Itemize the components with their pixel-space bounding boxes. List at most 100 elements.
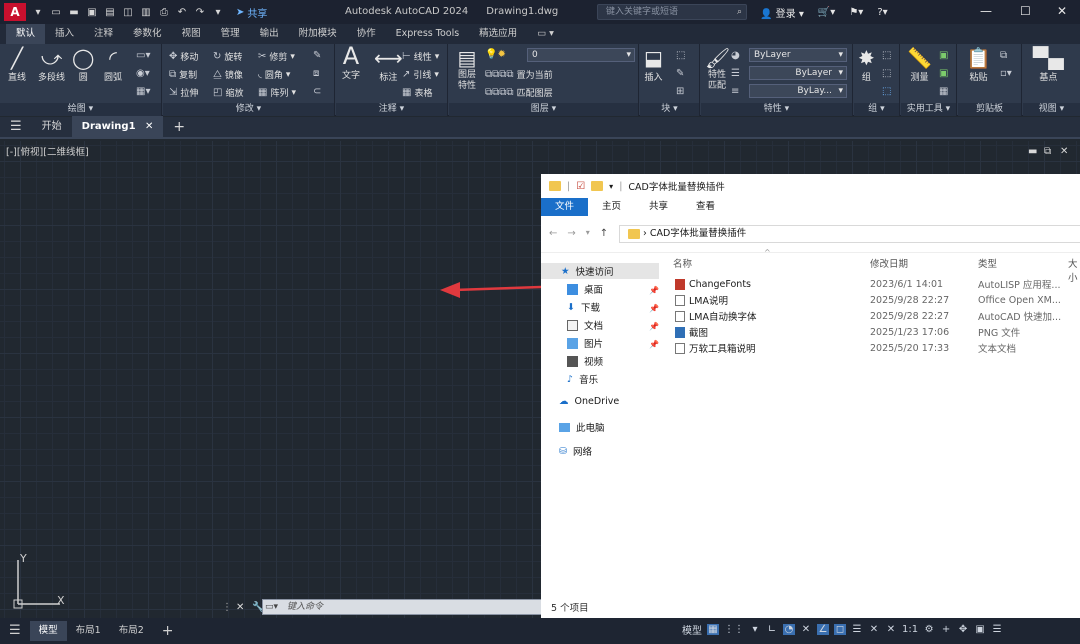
col-date[interactable]: 修改日期 (870, 256, 908, 270)
calculator-icon[interactable]: ▦ (939, 86, 948, 97)
tab-featured-apps[interactable]: 精选应用 (469, 24, 527, 44)
panel-utilities-title[interactable]: 实用工具 ▾ (901, 103, 956, 116)
new-file-icon[interactable]: ▭ (50, 6, 62, 18)
close-tab-icon[interactable]: ✕ (145, 121, 153, 132)
cut-icon[interactable]: ▫▾ (1000, 68, 1012, 79)
file-row[interactable]: ChangeFonts 2023/6/1 14:01 AutoLISP 应用程... (673, 276, 1080, 292)
command-input[interactable]: ▭▾ 键入命令 (262, 599, 542, 615)
polyline-button[interactable]: ⤻ 多段线 (38, 46, 65, 83)
ungroup-icon[interactable]: ⬚ (882, 50, 891, 61)
panel-groups-title[interactable]: 组 ▾ (854, 103, 899, 116)
col-type[interactable]: 类型 (978, 256, 997, 270)
app-menu-icon[interactable]: ☰ (0, 116, 32, 138)
lineweight-toggle-icon[interactable]: ☰ (851, 624, 863, 635)
redo-icon[interactable]: ↷ (194, 6, 206, 18)
copy-clip-icon[interactable]: ⧉ (1000, 50, 1007, 61)
group-select-icon[interactable]: ⬚ (882, 86, 891, 97)
undo-icon[interactable]: ↶ (176, 6, 188, 18)
col-name[interactable]: 名称 (673, 256, 692, 270)
explorer-tab-file[interactable]: 文件 (541, 198, 589, 216)
isodraft-icon[interactable]: ✕ (800, 624, 812, 635)
erase-button[interactable]: ✎ (313, 50, 321, 61)
linear-button[interactable]: ⊢ 线性 ▾ (402, 50, 439, 63)
save-icon[interactable]: ▣ (86, 6, 98, 18)
tab-express-tools[interactable]: Express Tools (386, 24, 470, 44)
infer-icon[interactable]: ▾ (749, 624, 761, 635)
viewport-controls-label[interactable]: [-][俯视][二维线框] (6, 144, 89, 158)
login-button[interactable]: 👤 登录 ▾ (760, 5, 804, 20)
boundary-button[interactable]: ▦▾ (136, 86, 150, 97)
explorer-tab-share[interactable]: 共享 (635, 198, 682, 216)
trim-button[interactable]: ✂ 修剪 ▾ (258, 50, 295, 63)
workspace-icon[interactable]: ⚙ (923, 624, 935, 635)
text-button[interactable]: A 文字 (342, 44, 360, 81)
new-tab-icon[interactable]: + (163, 116, 195, 138)
leader-button[interactable]: ↗ 引线 ▾ (402, 68, 439, 81)
paste-button[interactable]: 📋 粘贴 (966, 46, 991, 83)
autocad-logo[interactable]: A (4, 3, 26, 21)
address-bar[interactable]: › CAD字体批量替换插件▾ (619, 225, 1080, 243)
nav-this-pc[interactable]: 此电脑 (559, 420, 605, 434)
save-as-icon[interactable]: ▤ (104, 6, 116, 18)
edit-block-icon[interactable]: ✎ (676, 68, 684, 79)
customize-icon[interactable]: ▾ (212, 6, 224, 18)
circle-button[interactable]: ◯ 圆 (72, 46, 94, 83)
model-space-button[interactable]: 模型 (682, 622, 702, 637)
panel-clipboard-title[interactable]: 剪贴板 (958, 103, 1021, 116)
help-icon[interactable]: ?▾ (877, 7, 887, 18)
pin-icon[interactable]: 📌 (649, 322, 659, 331)
set-current-button[interactable]: ⧉⧉⧉⧉ 置为当前 (485, 68, 553, 81)
panel-annotation-title[interactable]: 注释 ▾ (336, 103, 447, 116)
explorer-tab-view[interactable]: 查看 (682, 198, 729, 216)
panel-view-title[interactable]: 视图 ▾ (1023, 103, 1080, 116)
block-attribute-icon[interactable]: ⊞ (676, 86, 684, 97)
grid-icon[interactable]: ▦ (707, 624, 719, 635)
clean-screen-icon[interactable]: ▣ (974, 624, 986, 635)
measure-button[interactable]: 📏 测量 (907, 46, 932, 83)
tab-output[interactable]: 输出 (250, 24, 289, 44)
move-button[interactable]: ✥ 移动 (169, 50, 198, 63)
file-row[interactable]: LMA自动换字体 2025/9/28 22:27 AutoCAD 快速加... (673, 308, 1080, 324)
linetype-icon[interactable]: ☰ (731, 68, 740, 79)
panel-draw-title[interactable]: 绘图 ▾ (0, 103, 161, 116)
open-folder-icon[interactable]: ▬ (68, 6, 80, 18)
quick-select-icon[interactable]: ▣ (939, 50, 948, 61)
mirror-button[interactable]: ⧋ 镜像 (213, 68, 243, 81)
search-icon[interactable]: ⌕ (737, 5, 742, 19)
nav-downloads[interactable]: ⬇ 下载 (567, 300, 600, 315)
file-row[interactable]: 万软工具箱说明 2025/5/20 17:33 文本文档 (673, 340, 1080, 356)
panel-modify-title[interactable]: 修改 ▾ (163, 103, 334, 116)
tab-view[interactable]: 视图 (172, 24, 211, 44)
panel-properties-title[interactable]: 特性 ▾ (701, 103, 852, 116)
plot-icon[interactable]: ▥ (140, 6, 152, 18)
web-save-icon[interactable]: ◫ (122, 6, 134, 18)
customize-status-icon[interactable]: ☰ (991, 624, 1003, 635)
doc-tab-start[interactable]: 开始 (32, 116, 72, 138)
color-wheel-icon[interactable]: ◕ (731, 50, 740, 61)
plus-icon[interactable]: + (940, 624, 952, 635)
layout-tab-2[interactable]: 布局2 (110, 621, 153, 641)
ortho-icon[interactable]: ∟ (766, 624, 778, 635)
nav-pictures[interactable]: 图片 (567, 336, 603, 350)
table-button[interactable]: ▦ 表格 (402, 86, 432, 99)
nav-onedrive[interactable]: ☁ OneDrive (559, 396, 619, 407)
add-layout-icon[interactable]: + (153, 621, 183, 641)
pin-icon[interactable]: 📌 (649, 304, 659, 313)
close-icon[interactable]: ✕ (1057, 4, 1067, 18)
rectangle-button[interactable]: ▭▾ (136, 50, 150, 61)
ribbon-options-icon[interactable]: ▭ ▾ (527, 24, 564, 44)
dimension-button[interactable]: ⟷ 标注 (374, 46, 403, 83)
tab-addins[interactable]: 附加模块 (289, 24, 347, 44)
osnap-icon[interactable]: ∠ (817, 624, 829, 635)
minimize-icon[interactable]: — (980, 4, 992, 18)
create-block-icon[interactable]: ⬚ (676, 50, 685, 61)
file-row[interactable]: LMA说明 2025/9/28 22:27 Office Open XM... (673, 292, 1080, 308)
layout-menu-icon[interactable]: ☰ (0, 621, 30, 641)
lineweight-icon[interactable]: ≡ (731, 86, 739, 97)
nav-documents[interactable]: 文档 (567, 318, 603, 332)
properties-check-icon[interactable]: ☑ (576, 181, 585, 192)
viewport-restore-icon[interactable]: ⧉ (1044, 146, 1051, 157)
auto-scale-icon[interactable]: ✕ (885, 624, 897, 635)
layer-state-icons[interactable]: 💡✹ (485, 49, 506, 60)
tab-annotate[interactable]: 注释 (84, 24, 123, 44)
